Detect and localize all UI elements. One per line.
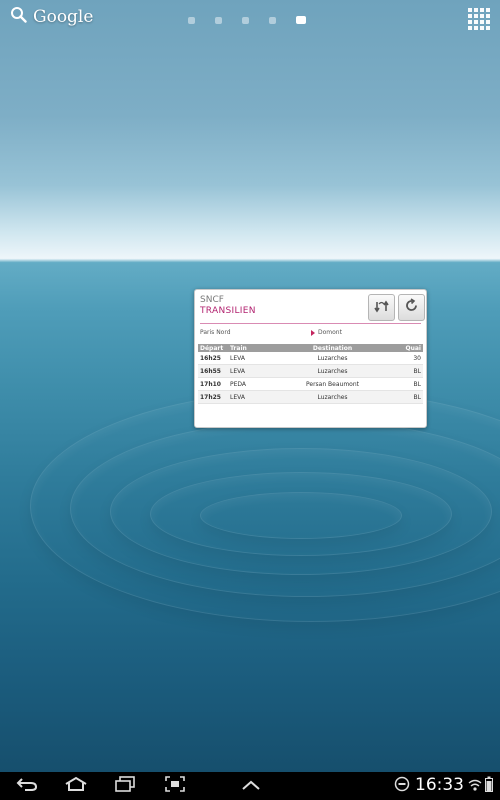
screenshot-icon bbox=[164, 775, 186, 797]
battery-status[interactable] bbox=[484, 776, 494, 796]
page-dot-5-active[interactable] bbox=[296, 16, 306, 24]
cell-quai: BL bbox=[403, 390, 423, 404]
back-button[interactable] bbox=[14, 776, 40, 796]
cell-quai: 30 bbox=[403, 352, 423, 365]
cell-destination: Persan Beaumont bbox=[262, 377, 403, 391]
refresh-icon bbox=[404, 298, 419, 317]
home-button[interactable] bbox=[61, 776, 91, 796]
widget-brand: SNCF bbox=[200, 295, 224, 305]
back-icon bbox=[15, 776, 39, 796]
battery-icon bbox=[485, 776, 493, 796]
cell-train: LEVA bbox=[228, 390, 262, 404]
col-depart: Départ bbox=[198, 344, 228, 352]
app-drawer-up-button[interactable] bbox=[238, 776, 264, 796]
swap-direction-button[interactable] bbox=[368, 294, 395, 321]
clock[interactable]: 16:33 bbox=[415, 775, 464, 795]
route-destination: Domont bbox=[311, 329, 342, 336]
page-dot-1[interactable] bbox=[188, 16, 195, 24]
cell-destination: Luzarches bbox=[262, 364, 403, 378]
page-dot-3[interactable] bbox=[242, 16, 249, 24]
wifi-icon bbox=[468, 777, 482, 796]
cell-destination: Luzarches bbox=[262, 352, 403, 365]
status-indicator[interactable] bbox=[393, 776, 411, 796]
widget-divider bbox=[200, 323, 421, 324]
table-header-row: Départ Train Destination Quai bbox=[198, 344, 423, 352]
google-search-bar[interactable]: Google bbox=[10, 6, 93, 27]
departures-table: Départ Train Destination Quai 16h25 LEVA… bbox=[198, 344, 423, 404]
cell-depart: 17h25 bbox=[198, 390, 228, 404]
search-icon bbox=[10, 6, 27, 27]
table-row[interactable]: 17h10 PEDA Persan Beaumont BL bbox=[198, 377, 423, 391]
recent-apps-icon bbox=[114, 776, 136, 796]
system-bar: 16:33 bbox=[0, 772, 500, 800]
swap-direction-icon bbox=[374, 298, 389, 317]
arrow-right-icon bbox=[311, 329, 315, 336]
cell-train: LEVA bbox=[228, 364, 262, 378]
route-origin: Paris Nord bbox=[200, 329, 231, 336]
page-dot-2[interactable] bbox=[215, 16, 222, 24]
cell-quai: BL bbox=[403, 377, 423, 391]
table-row[interactable]: 17h25 LEVA Luzarches BL bbox=[198, 390, 423, 404]
table-row[interactable]: 16h55 LEVA Luzarches BL bbox=[198, 364, 423, 378]
widget-header: SNCF TRANSILIEN bbox=[200, 295, 256, 317]
cell-train: LEVA bbox=[228, 352, 262, 365]
table-row[interactable]: 16h25 LEVA Luzarches 30 bbox=[198, 352, 423, 365]
col-train: Train bbox=[228, 344, 262, 352]
minus-circle-icon bbox=[394, 776, 410, 796]
cell-depart: 16h25 bbox=[198, 352, 228, 365]
up-arrow-icon bbox=[240, 777, 262, 796]
cell-depart: 17h10 bbox=[198, 377, 228, 391]
cell-train: PEDA bbox=[228, 377, 262, 391]
page-dot-4[interactable] bbox=[269, 16, 276, 24]
transilien-widget[interactable]: SNCF TRANSILIEN Paris Nord Domont Départ… bbox=[194, 289, 427, 428]
recent-apps-button[interactable] bbox=[112, 776, 138, 796]
route: Paris Nord Domont bbox=[200, 329, 421, 336]
home-icon bbox=[63, 776, 89, 796]
col-destination: Destination bbox=[262, 344, 403, 352]
apps-grid-icon[interactable] bbox=[468, 8, 490, 30]
page-indicator bbox=[188, 16, 306, 24]
refresh-button[interactable] bbox=[398, 294, 425, 321]
col-quai: Quai bbox=[403, 344, 423, 352]
cell-quai: BL bbox=[403, 364, 423, 378]
screenshot-button[interactable] bbox=[162, 776, 188, 796]
wifi-status[interactable] bbox=[468, 776, 482, 796]
route-destination-label: Domont bbox=[318, 329, 342, 336]
widget-product: TRANSILIEN bbox=[200, 306, 256, 316]
cell-depart: 16h55 bbox=[198, 364, 228, 378]
google-label: Google bbox=[33, 6, 94, 27]
cell-destination: Luzarches bbox=[262, 390, 403, 404]
